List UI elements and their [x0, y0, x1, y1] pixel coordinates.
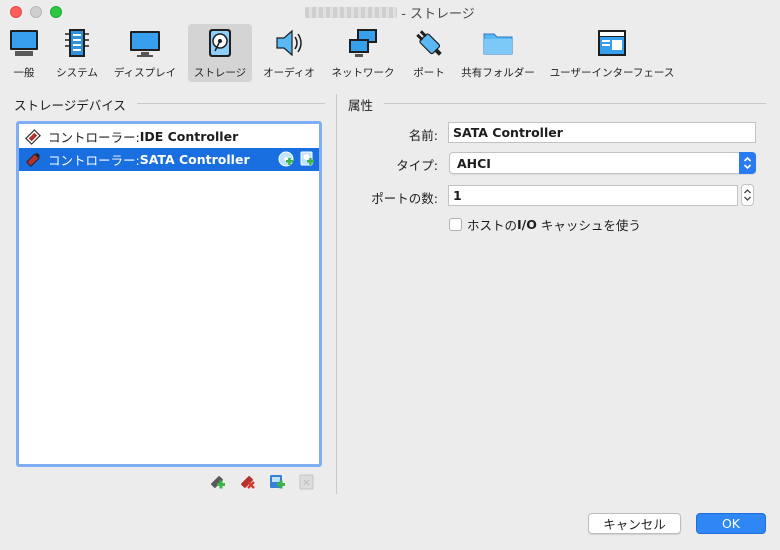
disk-icon — [209, 29, 231, 57]
tab-shared-folders[interactable]: 共有フォルダー — [460, 24, 536, 82]
port-count-stepper[interactable] — [741, 184, 754, 206]
host-io-cache-checkbox[interactable] — [449, 218, 462, 231]
tab-ports[interactable]: ポート — [410, 24, 448, 82]
add-controller-button[interactable] — [208, 473, 226, 491]
host-io-cache-label-bold: I/O — [517, 217, 537, 232]
add-attachment-button[interactable] — [268, 473, 286, 491]
tab-audio[interactable]: オーディオ — [262, 24, 316, 82]
window-controls — [10, 6, 62, 18]
tab-system[interactable]: システム — [52, 24, 102, 82]
tab-shared-folders-label: 共有フォルダー — [461, 67, 535, 79]
tab-audio-label: オーディオ — [263, 67, 315, 79]
ok-button[interactable]: OK — [696, 513, 766, 534]
tab-system-label: システム — [56, 67, 98, 79]
tree-item-name: SATA Controller — [139, 152, 250, 167]
tab-display[interactable]: ディスプレイ — [112, 24, 178, 82]
host-io-cache-option[interactable]: ホストの I/O キャッシュを使う — [449, 215, 641, 234]
type-label: タイプ: — [396, 158, 438, 173]
add-hard-disk-icon — [300, 151, 314, 166]
display-icon — [130, 31, 160, 57]
remove-attachment-button — [298, 473, 316, 491]
title-bar: - ストレージ — [0, 0, 780, 24]
folder-icon — [483, 33, 513, 55]
tab-general[interactable]: 一般 — [6, 24, 42, 82]
remove-controller-button[interactable] — [238, 473, 256, 491]
controller-name-field[interactable]: SATA Controller — [448, 122, 756, 143]
header-divider — [137, 103, 325, 104]
tab-user-interface-label: ユーザーインターフェース — [549, 67, 675, 79]
controller-type-value: AHCI — [457, 155, 491, 171]
tree-item-name: IDE Controller — [139, 129, 239, 144]
tab-storage-label: ストレージ — [193, 67, 247, 79]
remove-controller-icon — [241, 476, 255, 489]
tree-item-prefix: コントローラー: — [48, 130, 140, 145]
add-controller-icon — [211, 476, 225, 489]
controller-type-select[interactable]: AHCI — [449, 152, 756, 174]
panel-divider — [336, 94, 337, 494]
tab-ports-label: ポート — [413, 67, 445, 79]
tree-item-ide-controller[interactable]: コントローラー: IDE Controller — [19, 125, 319, 148]
remove-attachment-icon — [299, 474, 314, 490]
chevron-updown-icon — [744, 189, 751, 201]
host-io-cache-label-pre: ホストの — [467, 218, 518, 233]
port-count-label: ポートの数: — [371, 191, 438, 206]
close-window-button[interactable] — [10, 6, 22, 18]
storage-devices-header: ストレージデバイス — [14, 98, 126, 113]
window-title-text: - ストレージ — [401, 6, 475, 22]
add-hard-disk-button[interactable] — [299, 151, 315, 167]
header-divider — [384, 103, 766, 104]
storage-tree[interactable]: コントローラー: IDE Controller コントローラー: SATA Co… — [16, 121, 322, 467]
tab-user-interface[interactable]: ユーザーインターフェース — [550, 24, 674, 82]
tab-general-label: 一般 — [13, 67, 35, 79]
ide-controller-icon — [25, 128, 41, 145]
add-optical-drive-button[interactable] — [278, 151, 294, 167]
ui-window-icon — [598, 30, 626, 56]
port-count-field[interactable]: 1 — [448, 185, 738, 206]
zoom-window-button[interactable] — [50, 6, 62, 18]
redacted-vm-name — [305, 6, 398, 18]
host-io-cache-label-post: キャッシュを使う — [536, 218, 641, 233]
port-plug-icon — [416, 30, 442, 56]
minimize-window-button[interactable] — [30, 6, 42, 18]
speaker-icon — [276, 29, 302, 57]
row-actions — [278, 151, 315, 167]
tab-network[interactable]: ネットワーク — [330, 24, 396, 82]
name-label: 名前: — [408, 128, 438, 143]
tab-display-label: ディスプレイ — [113, 67, 177, 79]
monitor-general-icon — [10, 30, 38, 56]
sata-controller-icon — [26, 152, 41, 166]
settings-toolbar: 一般 システム ディスプレイ ストレージ オーディオ ネットワーク ポート 共有… — [0, 24, 780, 84]
chip-icon — [65, 29, 89, 57]
window-title: - ストレージ — [305, 3, 475, 22]
tree-item-sata-controller[interactable]: コントローラー: SATA Controller — [19, 148, 319, 171]
attributes-header: 属性 — [348, 98, 374, 113]
network-icon — [349, 29, 377, 57]
chevron-updown-icon — [743, 156, 752, 170]
add-attachment-icon — [270, 475, 285, 489]
tab-network-label: ネットワーク — [331, 67, 395, 79]
tree-item-prefix: コントローラー: — [48, 153, 140, 168]
select-arrows — [739, 152, 756, 174]
storage-tree-toolbar — [208, 473, 316, 491]
add-optical-drive-icon — [278, 151, 294, 167]
tab-storage[interactable]: ストレージ — [188, 24, 252, 82]
cancel-button[interactable]: キャンセル — [588, 513, 681, 534]
